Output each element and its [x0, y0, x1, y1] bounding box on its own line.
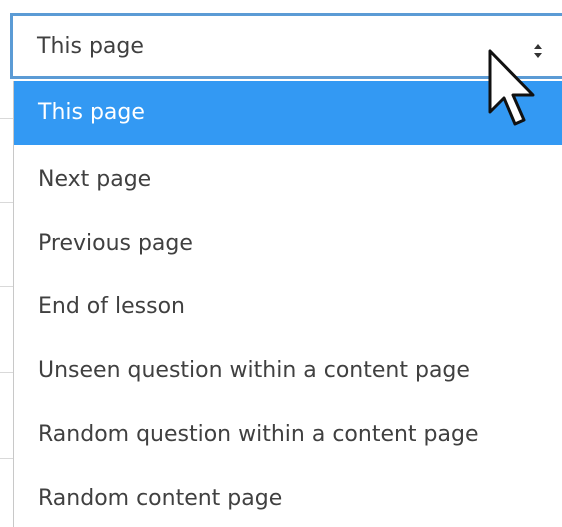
option-this-page[interactable]: This page: [14, 81, 562, 145]
screen: This page This page Next page Previous p…: [0, 0, 562, 527]
mouse-pointer-icon: [488, 49, 535, 126]
jump-select[interactable]: This page: [10, 13, 562, 79]
select-current-value: This page: [37, 34, 144, 59]
background-divider: [0, 118, 14, 119]
dropdown-list: This page Next page Previous page End of…: [13, 81, 562, 527]
background-divider: [0, 286, 14, 287]
option-random-question[interactable]: Random question within a content page: [14, 403, 562, 467]
option-previous-page[interactable]: Previous page: [14, 212, 562, 276]
option-unseen-question[interactable]: Unseen question within a content page: [14, 339, 562, 403]
background-divider: [0, 458, 14, 459]
option-next-page[interactable]: Next page: [14, 148, 562, 212]
background-divider: [0, 202, 14, 203]
option-end-of-lesson[interactable]: End of lesson: [14, 275, 562, 339]
background-divider: [0, 372, 14, 373]
option-random-content-page[interactable]: Random content page: [14, 467, 562, 527]
